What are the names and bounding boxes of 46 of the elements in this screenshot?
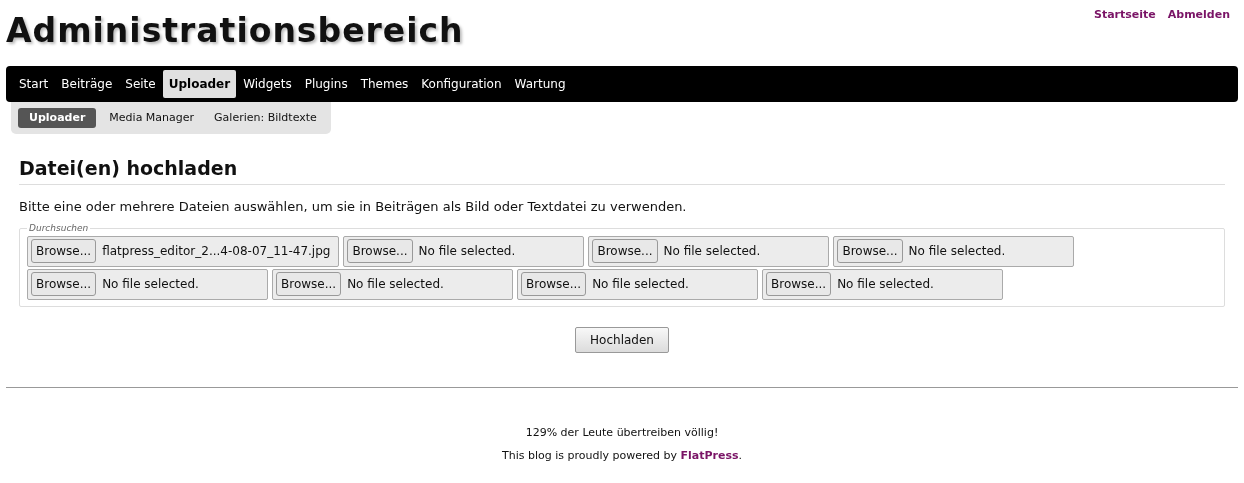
file-input[interactable]: Browse... No file selected. (517, 268, 758, 300)
browse-button[interactable]: Browse... (837, 239, 903, 263)
flatpress-link[interactable]: FlatPress (680, 449, 739, 462)
file-input[interactable]: Browse... No file selected. (588, 235, 830, 267)
browse-button[interactable]: Browse... (592, 239, 658, 263)
fieldset-legend: Durchsuchen (27, 222, 91, 236)
nav-tab[interactable]: Widgets (237, 69, 298, 98)
nav-tab[interactable]: Plugins (298, 69, 354, 98)
browse-button[interactable]: Browse... (521, 272, 587, 296)
file-input[interactable]: Browse... No file selected. (762, 268, 1003, 300)
sub-nav-tab[interactable]: Uploader (18, 107, 97, 128)
browse-button[interactable]: Browse... (31, 272, 97, 296)
file-input[interactable]: Browse... No file selected. (343, 235, 585, 267)
browse-button[interactable]: Browse... (276, 272, 342, 296)
footer-tagline: 129% der Leute übertreiben völlig! (525, 424, 719, 441)
file-name: No file selected. (837, 276, 934, 293)
file-name: No file selected. (418, 243, 516, 260)
nav-tab[interactable]: Konfiguration (415, 69, 508, 98)
browse-button[interactable]: Browse... (31, 239, 97, 263)
nav-tab[interactable]: Beiträge (55, 69, 119, 98)
intro-text: Bitte eine oder mehrere Dateien auswählen, um sie in Beiträgen als Bild oder Textdatei zu verwenden. (19, 197, 688, 216)
nav-tab[interactable]: Start (13, 69, 55, 98)
file-name: No file selected. (592, 276, 689, 293)
browse-button[interactable]: Browse... (766, 272, 832, 296)
nav-tab[interactable]: Wartung (508, 69, 572, 98)
file-name: No file selected. (908, 243, 1006, 260)
nav-tab[interactable]: Themes (354, 69, 415, 98)
sub-nav-tab[interactable]: Galerien: Bildtexte (207, 107, 324, 128)
browse-button[interactable]: Browse... (347, 239, 413, 263)
sub-nav-tab[interactable]: Media Manager (102, 107, 202, 128)
file-name: No file selected. (102, 276, 199, 293)
footer-credit: This blog is proudly powered by FlatPress. (502, 448, 742, 464)
upload-button[interactable]: Hochladen (575, 326, 669, 353)
section-heading: Datei(en) hochladen (19, 154, 1225, 185)
header-link[interactable]: Startseite (1093, 7, 1156, 24)
file-input[interactable]: Browse... No file selected. (833, 235, 1075, 267)
file-name: flatpress_editor_2...4-08-07_11-47.jpg (102, 243, 331, 260)
file-input[interactable]: Browse... No file selected. (272, 268, 513, 300)
file-input[interactable]: Browse... No file selected. (27, 268, 268, 300)
nav-tab[interactable]: Uploader (162, 69, 237, 98)
header-link[interactable]: Abmelden (1167, 7, 1230, 24)
file-name: No file selected. (663, 243, 761, 260)
file-input[interactable]: Browse... flatpress_editor_2...4-08-07_11-47.jpg (27, 235, 340, 267)
page-title: Administrationsbereich (6, 10, 464, 52)
nav-tab[interactable]: Seite (119, 69, 162, 98)
file-name: No file selected. (347, 276, 444, 293)
